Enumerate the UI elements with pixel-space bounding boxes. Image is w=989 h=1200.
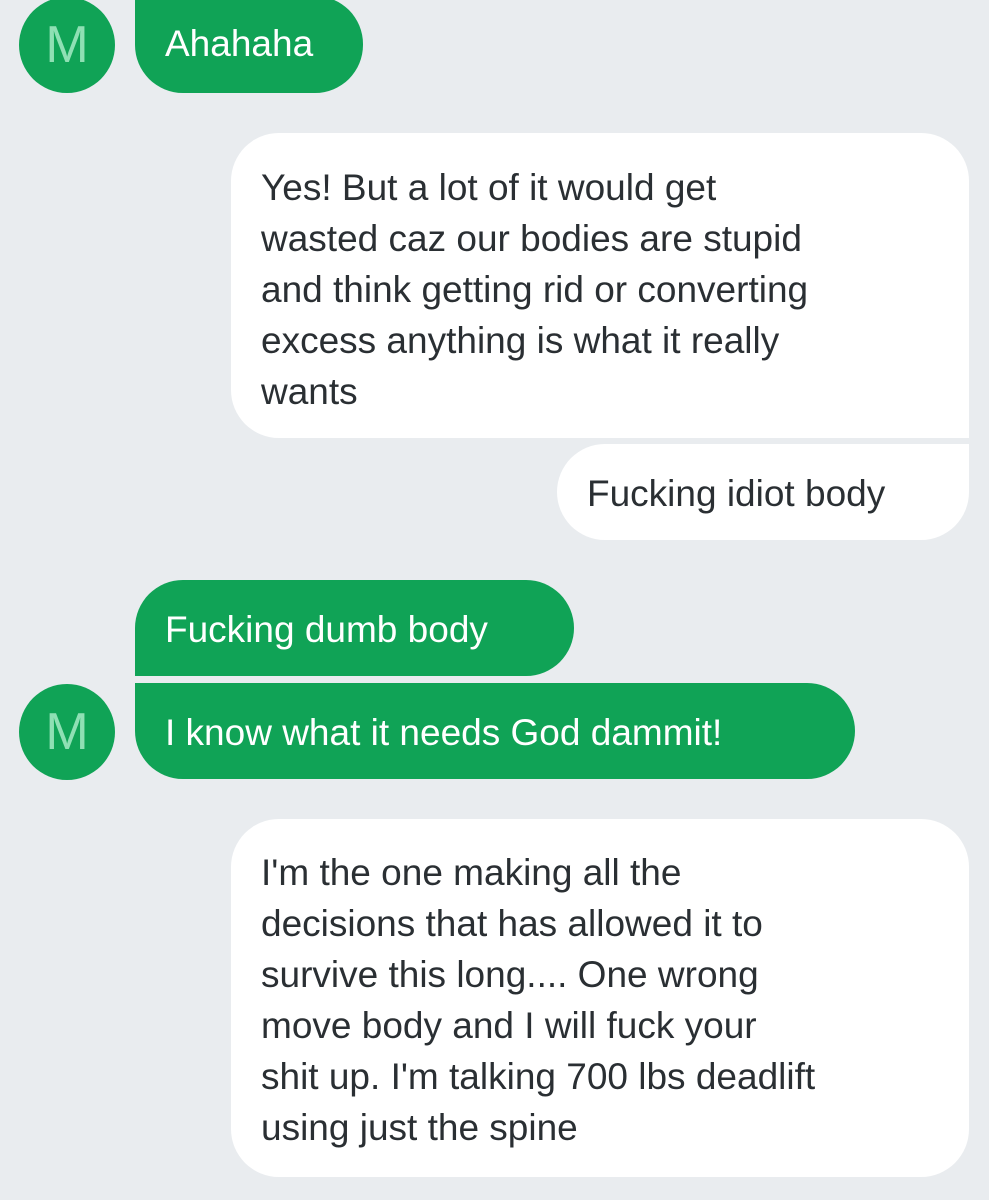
outgoing-message[interactable]: Fucking idiot body <box>557 444 969 540</box>
outgoing-message[interactable]: I'm the one making all the decisions tha… <box>231 819 969 1177</box>
incoming-message[interactable]: I know what it needs God dammit! <box>135 683 855 779</box>
message-thread: M Ahahaha Yes! But a lot of it would get… <box>0 0 989 1200</box>
incoming-message[interactable]: Fucking dumb body <box>135 580 574 676</box>
outgoing-message[interactable]: Yes! But a lot of it would get wasted ca… <box>231 133 969 438</box>
contact-avatar[interactable]: M <box>19 684 115 780</box>
incoming-message[interactable]: Ahahaha <box>135 0 363 93</box>
contact-avatar[interactable]: M <box>19 0 115 93</box>
